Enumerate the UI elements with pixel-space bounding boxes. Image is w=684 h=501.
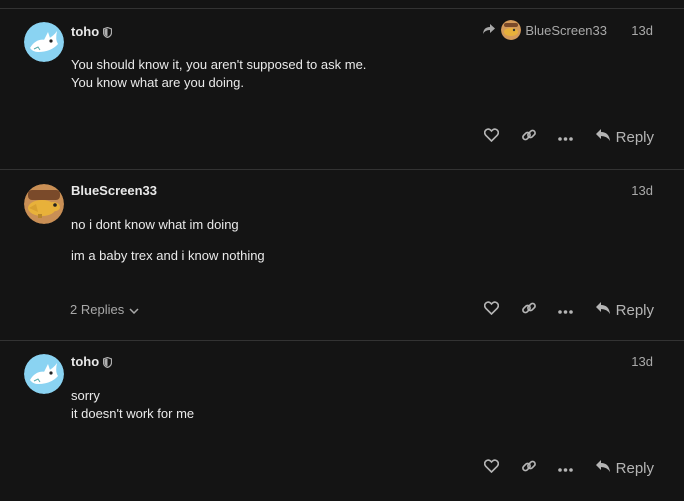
post-body: sorry it doesn't work for me <box>71 387 194 423</box>
reply-arrow-icon <box>595 459 616 477</box>
reply-label[interactable]: Reply <box>616 129 654 146</box>
avatar[interactable] <box>24 354 64 394</box>
chevron-down-icon <box>124 302 139 317</box>
reply-arrow-icon <box>482 23 496 38</box>
post-body: no i dont know what im doing im a baby t… <box>71 216 265 265</box>
reply-to-avatar <box>501 20 522 40</box>
post-2: BlueScreen33 13d no i dont know what im … <box>0 169 684 340</box>
username[interactable]: toho <box>71 24 113 41</box>
heart-icon <box>483 458 500 478</box>
shield-icon <box>103 356 113 371</box>
post-line: You know what are you doing. <box>71 75 244 90</box>
reply-label[interactable]: Reply <box>616 460 654 477</box>
avatar[interactable] <box>24 22 64 62</box>
reply-button[interactable]: Reply <box>595 459 654 477</box>
username-text[interactable]: toho <box>71 354 99 369</box>
post-actions: Reply <box>468 124 654 150</box>
reply-arrow-icon <box>595 128 616 146</box>
post-1: toho BlueScreen33 13d You should know it… <box>0 8 684 169</box>
more-actions-button[interactable] <box>553 124 579 150</box>
username[interactable]: BlueScreen33 <box>71 183 157 198</box>
replies-label[interactable]: 2 Replies <box>70 302 124 317</box>
reply-to-link[interactable]: BlueScreen33 <box>482 20 607 40</box>
link-icon <box>521 127 537 148</box>
post-line: sorry <box>71 388 100 403</box>
reply-label[interactable]: Reply <box>616 302 654 319</box>
like-button[interactable] <box>479 124 505 150</box>
post-date[interactable]: 13d <box>631 183 653 198</box>
reply-button[interactable]: Reply <box>595 301 654 319</box>
post-actions: Reply <box>468 455 654 481</box>
ellipsis-icon <box>558 459 573 477</box>
post-paragraph: im a baby trex and i know nothing <box>71 248 265 263</box>
username-text[interactable]: toho <box>71 24 99 39</box>
post-line: You should know it, you aren't supposed … <box>71 57 367 72</box>
reply-button[interactable]: Reply <box>595 128 654 146</box>
more-actions-button[interactable] <box>553 455 579 481</box>
post-actions: Reply <box>468 297 654 323</box>
link-icon <box>521 458 537 479</box>
copy-link-button[interactable] <box>516 297 542 323</box>
more-actions-button[interactable] <box>553 297 579 323</box>
heart-icon <box>483 300 500 320</box>
copy-link-button[interactable] <box>516 124 542 150</box>
post-body: You should know it, you aren't supposed … <box>71 56 366 92</box>
username-text[interactable]: BlueScreen33 <box>71 183 157 198</box>
copy-link-button[interactable] <box>516 455 542 481</box>
ellipsis-icon <box>558 128 573 146</box>
post-date[interactable]: 13d <box>631 23 653 38</box>
post-paragraph: no i dont know what im doing <box>71 217 239 232</box>
ellipsis-icon <box>558 301 573 319</box>
link-icon <box>521 300 537 321</box>
like-button[interactable] <box>479 297 505 323</box>
post-3: toho 13d sorry it doesn't work for me Re… <box>0 340 684 501</box>
like-button[interactable] <box>479 455 505 481</box>
post-line: it doesn't work for me <box>71 406 195 421</box>
username[interactable]: toho <box>71 354 113 371</box>
avatar[interactable] <box>24 184 64 224</box>
reply-arrow-icon <box>595 301 616 319</box>
replies-toggle[interactable]: 2 Replies <box>70 302 139 317</box>
reply-to-username: BlueScreen33 <box>525 22 607 38</box>
heart-icon <box>483 127 500 147</box>
post-date[interactable]: 13d <box>631 354 653 369</box>
shield-icon <box>103 26 113 41</box>
